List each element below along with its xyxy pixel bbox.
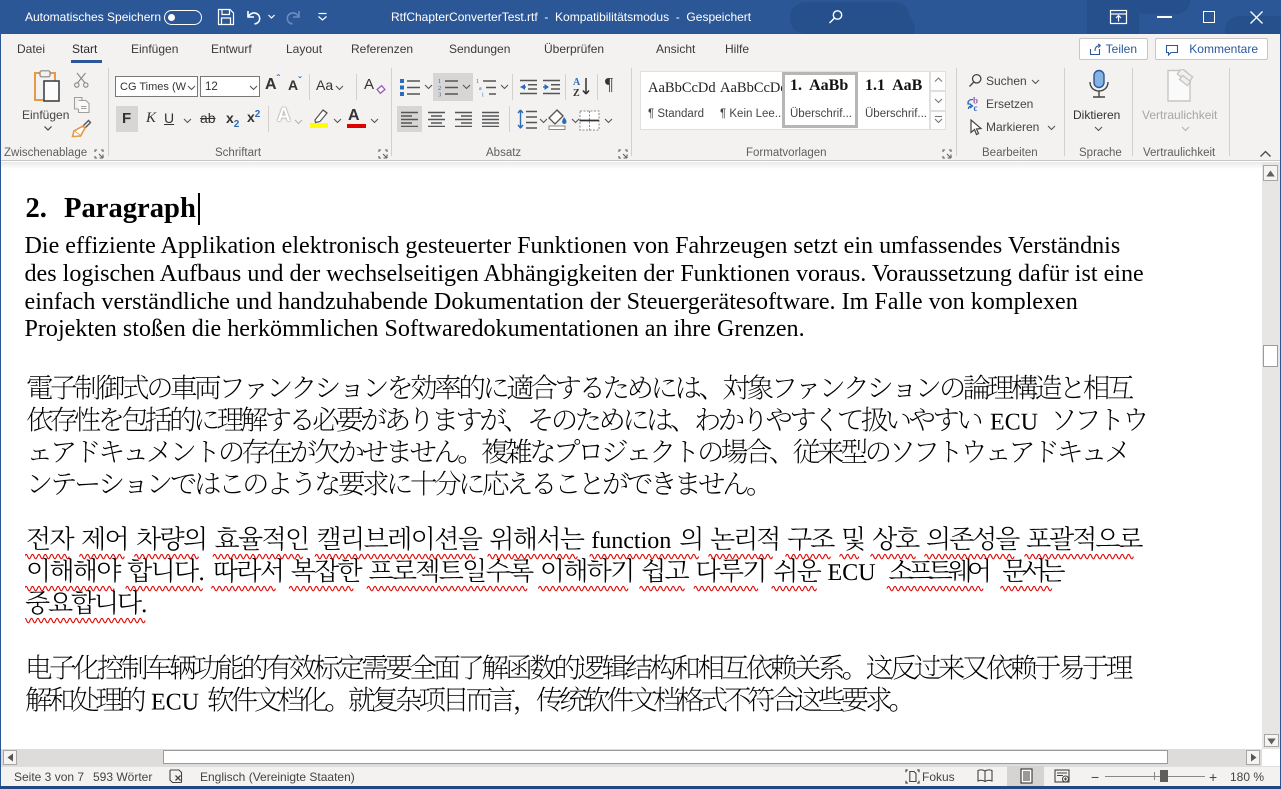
svg-text:c: c bbox=[974, 103, 978, 112]
svg-text:1: 1 bbox=[476, 79, 479, 85]
svg-text:a: a bbox=[479, 86, 482, 92]
svg-text:i: i bbox=[482, 93, 484, 98]
svg-text:1: 1 bbox=[438, 78, 441, 85]
svg-text:A: A bbox=[573, 77, 581, 88]
svg-text:Z: Z bbox=[573, 88, 580, 98]
svg-text:3: 3 bbox=[438, 92, 441, 98]
